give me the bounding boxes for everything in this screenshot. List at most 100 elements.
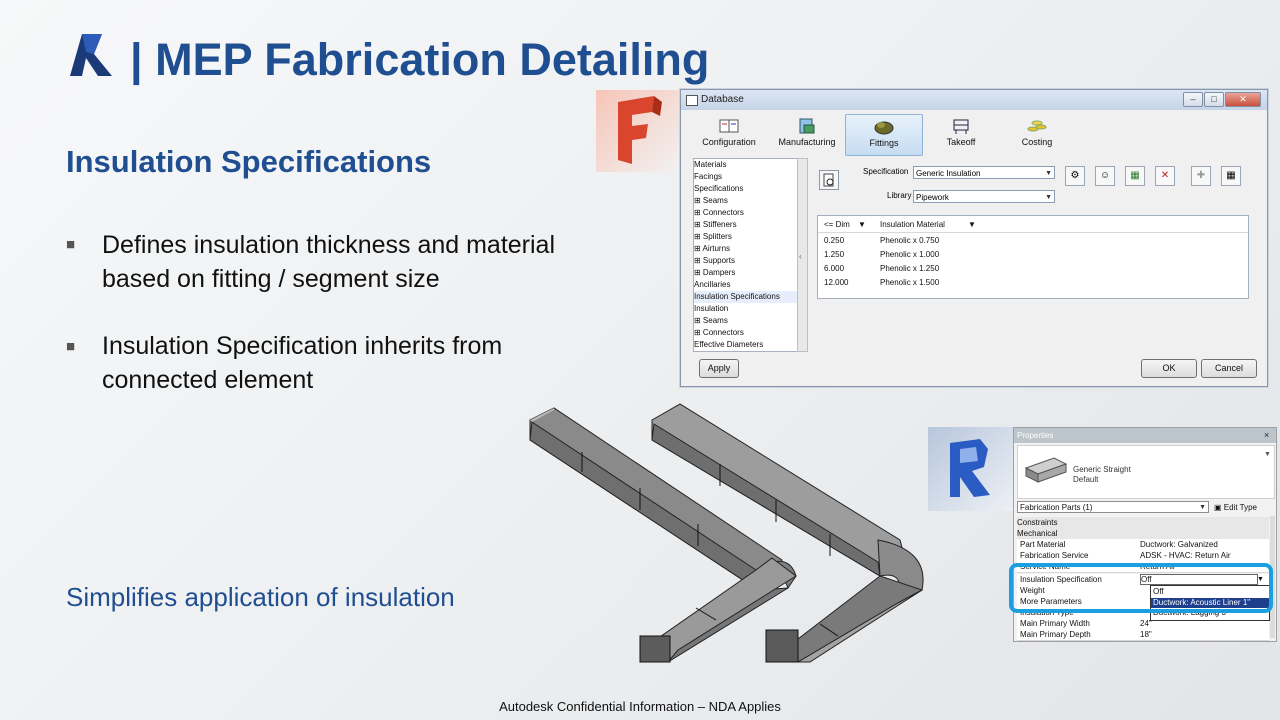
chevron-down-icon: ▼ [1045, 170, 1052, 177]
cell: Phenolic x 1.250 [880, 264, 940, 273]
tab-label: Manufacturing [778, 137, 836, 147]
library-label: Library [887, 191, 912, 200]
tree-item[interactable]: Facings [694, 171, 798, 183]
section-label: Constraints [1017, 518, 1058, 527]
takeoff-icon [953, 119, 969, 134]
table-row[interactable]: 12.000 Phenolic x 1.500 [818, 278, 1248, 290]
tab-takeoff[interactable]: Takeoff [923, 114, 999, 154]
apply-button[interactable]: Apply [699, 359, 739, 378]
add-button-icon[interactable]: ✚ [1191, 166, 1211, 186]
user-add-button-icon[interactable]: ☺ [1095, 166, 1115, 186]
library-select[interactable]: Pipework ▼ [913, 190, 1055, 203]
type-family: Generic Straight [1073, 465, 1131, 474]
section-title: Insulation Specifications [66, 144, 432, 179]
property-label: Part Material [1020, 540, 1066, 549]
dialog-titlebar[interactable] [681, 90, 1267, 110]
type-name: Generic Straight Default [1073, 465, 1131, 485]
cell: 6.000 [824, 264, 845, 273]
property-label: Fabrication Service [1020, 551, 1089, 560]
revit-logo-icon [928, 427, 1014, 511]
tree-item[interactable]: Specifications [694, 183, 798, 195]
highlight-box [1009, 563, 1273, 613]
document-search-icon [823, 173, 834, 187]
tree-item[interactable]: ⊞ Airturns [694, 243, 798, 255]
edit-type-icon: ▣ [1214, 503, 1224, 512]
autodesk-logo-icon [68, 30, 114, 78]
cell: Phenolic x 0.750 [880, 236, 940, 245]
cell: 1.250 [824, 250, 845, 259]
tree-item-selected[interactable]: Insulation Specifications [694, 291, 798, 303]
section-header[interactable]: Constraints [1017, 517, 1269, 528]
tab-fittings[interactable]: Fittings [845, 114, 923, 156]
duct-thumbnail-icon [1024, 457, 1068, 483]
bullet-line: Defines insulation thickness and materia… [102, 231, 556, 259]
select-value: Generic Insulation [916, 169, 981, 178]
tree-item[interactable]: Materials [694, 159, 798, 171]
close-icon[interactable]: ✕ [1225, 92, 1261, 107]
chevron-down-icon: ▼ [1264, 451, 1271, 458]
edit-type-button[interactable]: ▣ Edit Type [1214, 501, 1274, 514]
tree-item[interactable]: ⊞ Supports [694, 255, 798, 267]
bullet-marker: ■ [66, 236, 76, 253]
specification-select[interactable]: Generic Insulation ▼ [913, 166, 1055, 179]
database-dialog: Database – □ ✕ Configuration Manufacturi… [680, 89, 1268, 387]
cell: Phenolic x 1.000 [880, 250, 940, 259]
section-header[interactable]: Mechanical [1017, 528, 1269, 539]
cancel-button[interactable]: Cancel [1201, 359, 1257, 378]
delete-button-icon[interactable]: ✕ [1155, 166, 1175, 186]
tree-item[interactable]: ⊞ Seams [694, 195, 798, 207]
tree-item[interactable]: ⊞ Stiffeners [694, 219, 798, 231]
tree-item[interactable]: ⊞ Splitters [694, 231, 798, 243]
database-tree[interactable]: Materials Facings Specifications ⊞ Seams… [693, 158, 799, 352]
tab-label: Costing [1021, 137, 1053, 147]
tab-costing[interactable]: Costing [999, 114, 1075, 154]
properties-button-icon[interactable]: ⚙ [1065, 166, 1085, 186]
fabrication-logo-icon [596, 90, 680, 172]
maximize-icon[interactable]: □ [1204, 92, 1224, 107]
manufacturing-icon [799, 118, 815, 134]
type-selector[interactable]: Generic Straight Default ▼ [1017, 445, 1275, 499]
select-value: Fabrication Parts (1) [1020, 503, 1093, 512]
ok-button[interactable]: OK [1141, 359, 1197, 378]
tab-label: Fittings [869, 138, 899, 148]
tab-label: Configuration [702, 137, 756, 147]
property-value: ADSK - HVAC: Return Air [1140, 551, 1231, 560]
type-value: Default [1073, 475, 1099, 484]
table-row[interactable]: 1.250 Phenolic x 1.000 [818, 250, 1248, 262]
tree-item[interactable]: ⊞ Connectors [694, 207, 798, 219]
tree-item[interactable]: Ancillaries [694, 279, 798, 291]
window-controls: – □ ✕ [1183, 92, 1263, 107]
configuration-icon [719, 119, 739, 133]
tab-manufacturing[interactable]: Manufacturing [769, 114, 845, 154]
tree-item[interactable]: ⊞ Seams [694, 315, 798, 327]
tree-item[interactable]: ⊞ Connectors [694, 327, 798, 339]
excel-button-icon[interactable]: ▦ [1125, 166, 1145, 186]
table-row[interactable]: 0.250 Phenolic x 0.750 [818, 236, 1248, 248]
bullet-marker: ■ [66, 338, 76, 355]
grid-button-icon[interactable]: ▦ [1221, 166, 1241, 186]
minimize-icon[interactable]: – [1183, 92, 1203, 107]
chevron-down-icon: ▼ [1045, 194, 1052, 201]
collapse-arrow-icon[interactable]: ‹ [799, 252, 802, 261]
chevron-down-icon[interactable]: ▼ [968, 220, 976, 229]
table-row[interactable]: 6.000 Phenolic x 1.250 [818, 264, 1248, 276]
tab-configuration[interactable]: Configuration [691, 114, 767, 154]
column-header[interactable]: <= Dim [824, 220, 850, 229]
select-value: Pipework [916, 193, 949, 202]
property-row[interactable]: Main Primary Depth 18" [1017, 629, 1269, 641]
dialog-toolbar: Configuration Manufacturing Fittings Tak… [687, 112, 1261, 156]
tab-label: Takeoff [946, 137, 976, 147]
tree-item[interactable]: Insulation [694, 303, 798, 315]
close-icon[interactable]: × [1264, 430, 1269, 440]
specification-grid[interactable]: <= Dim ▼ Insulation Material ▼ 0.250 Phe… [817, 215, 1249, 299]
dialog-title: Database [701, 94, 744, 105]
chevron-down-icon[interactable]: ▼ [858, 220, 866, 229]
cell: Phenolic x 1.500 [880, 278, 940, 287]
column-header[interactable]: Insulation Material [880, 220, 945, 229]
summary-text: Simplifies application of insulation [66, 582, 455, 612]
document-button[interactable] [819, 170, 839, 190]
instance-filter-select[interactable]: Fabrication Parts (1) ▼ [1017, 501, 1209, 513]
tree-item[interactable]: ⊞ Dampers [694, 267, 798, 279]
property-label: Main Primary Width [1020, 619, 1090, 628]
tree-item[interactable]: Effective Diameters [694, 339, 798, 351]
